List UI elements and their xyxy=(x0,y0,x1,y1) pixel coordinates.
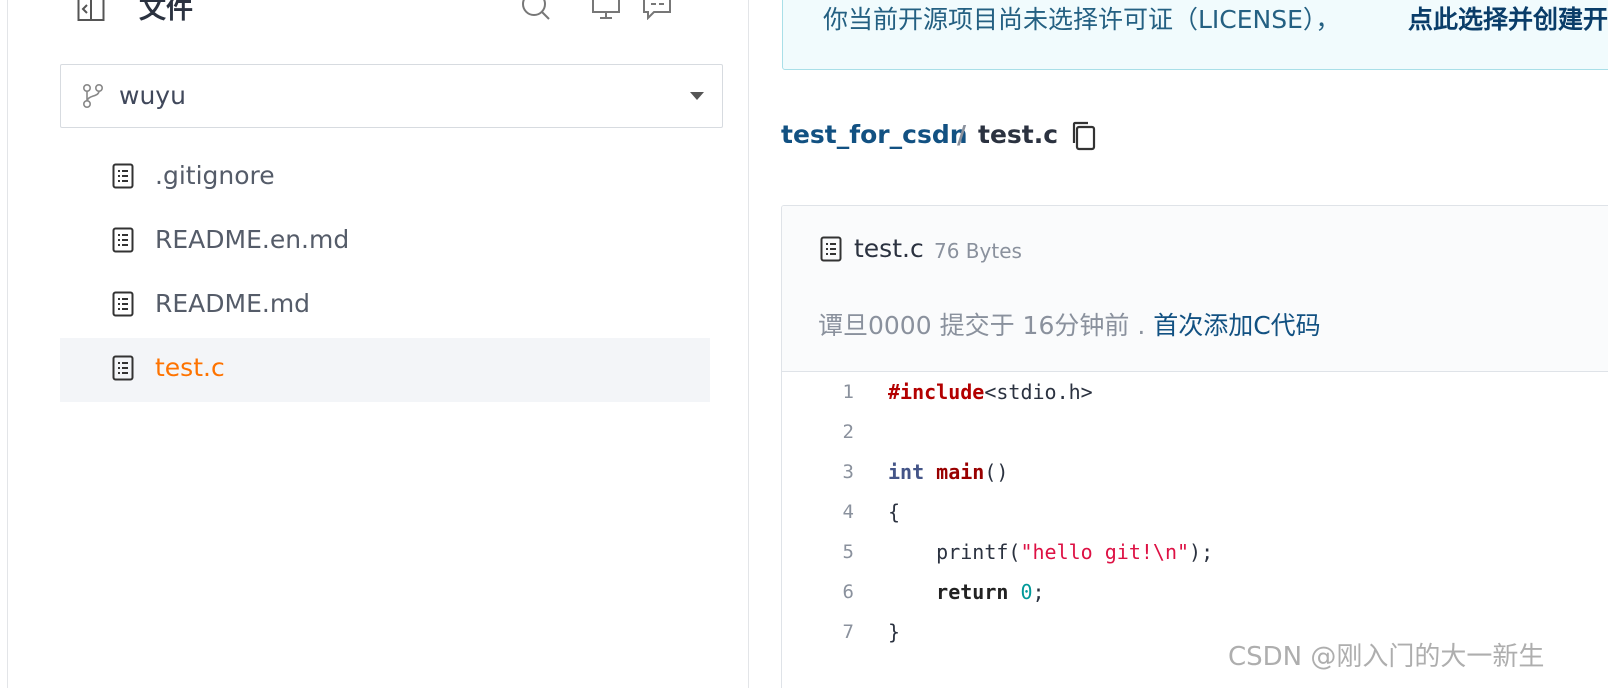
code-line: 4{ xyxy=(782,492,1608,532)
create-license-link[interactable]: 点此选择并创建开 xyxy=(1408,5,1608,35)
file-icon xyxy=(112,163,134,189)
file-icon xyxy=(112,227,134,253)
file-item-readme-en[interactable]: README.en.md xyxy=(60,210,710,274)
code-token: ; xyxy=(1032,580,1045,604)
comment-icon[interactable] xyxy=(642,0,672,21)
code-line: 5 printf("hello git!\n"); xyxy=(782,532,1608,572)
branch-icon xyxy=(82,83,104,109)
code-token: } xyxy=(888,620,901,644)
breadcrumb-separator: / xyxy=(957,120,967,149)
file-icon xyxy=(820,236,842,262)
file-item-test-c[interactable]: test.c xyxy=(60,338,710,402)
file-name: README.en.md xyxy=(155,225,350,254)
file-name: README.md xyxy=(155,289,311,318)
line-number[interactable]: 2 xyxy=(824,420,854,444)
line-number[interactable]: 5 xyxy=(824,540,854,564)
commit-info: 谭旦0000 提交于 16分钟前 . 首次添加C代码 xyxy=(818,311,1321,341)
code-text: } xyxy=(888,620,900,644)
file-item-readme[interactable]: README.md xyxy=(60,274,710,338)
branch-label: wuyu xyxy=(119,81,186,110)
code-text: return 0; xyxy=(888,580,1045,604)
file-sidebar: 文件 wuyu .gitignore README.en.md README.m… xyxy=(8,0,748,688)
code-token: 0 xyxy=(1020,580,1033,604)
code-text: int main() xyxy=(888,460,1008,484)
code-token: "hello git!\n" xyxy=(1020,540,1190,564)
breadcrumb-repo-link[interactable]: test_for_csdn xyxy=(781,120,968,150)
code-token: main xyxy=(936,460,985,484)
file-item-gitignore[interactable]: .gitignore xyxy=(60,146,710,210)
file-viewer-header: test.c 76 Bytes 谭旦0000 提交于 16分钟前 . 首次添加C… xyxy=(782,206,1608,372)
code-token: #include xyxy=(888,380,985,404)
page-root: 文件 wuyu .gitignore README.en.md README.m… xyxy=(0,0,1608,688)
code-token: () xyxy=(984,460,1009,484)
code-line: 1 #include<stdio.h> xyxy=(782,372,1608,412)
file-icon xyxy=(112,355,134,381)
watermark: CSDN @刚入门的大一新生 xyxy=(1228,642,1545,672)
code-token: <stdio.h> xyxy=(984,380,1093,404)
copy-icon[interactable] xyxy=(1070,120,1098,152)
line-number[interactable]: 7 xyxy=(824,620,854,644)
commit-action: 提交于 xyxy=(939,311,1015,340)
code-token: int xyxy=(888,460,925,484)
license-notice-text: 你当前开源项目尚未选择许可证（LICENSE）， xyxy=(823,5,1341,34)
commit-author[interactable]: 谭旦0000 xyxy=(818,311,932,340)
sidebar-title: 文件 xyxy=(139,0,193,25)
search-icon[interactable] xyxy=(521,0,553,22)
file-list: .gitignore README.en.md README.md test.c xyxy=(60,146,710,402)
file-name: test.c xyxy=(155,353,225,382)
code-text: #include<stdio.h> xyxy=(888,380,1093,404)
breadcrumb-file: test.c xyxy=(978,120,1059,149)
main-content: 你当前开源项目尚未选择许可证（LICENSE）， 点此选择并创建开 test_f… xyxy=(749,0,1608,688)
code-line: 3 int main() xyxy=(782,452,1608,492)
file-name: .gitignore xyxy=(155,161,275,190)
code-token: printf( xyxy=(888,540,1021,564)
file-viewer: test.c 76 Bytes 谭旦0000 提交于 16分钟前 . 首次添加C… xyxy=(781,205,1608,688)
code-text: { xyxy=(888,500,900,524)
line-number[interactable]: 4 xyxy=(824,500,854,524)
commit-dot: . xyxy=(1137,311,1146,340)
line-number[interactable]: 1 xyxy=(824,380,854,404)
chevron-down-icon xyxy=(690,92,704,100)
monitor-icon[interactable] xyxy=(591,0,621,20)
line-number[interactable]: 6 xyxy=(824,580,854,604)
code-line: 6 return 0; xyxy=(782,572,1608,612)
collapse-sidebar-icon[interactable] xyxy=(77,0,105,22)
code-token: { xyxy=(888,500,901,524)
code-block: 1 #include<stdio.h> 2 3 int main() 4{5 printf… xyxy=(782,372,1608,652)
line-number[interactable]: 3 xyxy=(824,460,854,484)
file-size: 76 Bytes xyxy=(934,239,1022,263)
commit-message-link[interactable]: 首次添加C代码 xyxy=(1153,311,1320,340)
file-icon xyxy=(112,291,134,317)
license-notice: 你当前开源项目尚未选择许可证（LICENSE）， 点此选择并创建开 xyxy=(782,0,1608,70)
sidebar-header: 文件 xyxy=(8,0,748,40)
code-text: printf("hello git!\n"); xyxy=(888,540,1213,564)
file-viewer-name: test.c xyxy=(854,234,924,263)
code-token: ); xyxy=(1189,540,1214,564)
code-token: return xyxy=(936,580,1009,604)
commit-time: 16分钟前 xyxy=(1022,311,1130,340)
branch-selector[interactable]: wuyu xyxy=(60,64,723,128)
code-line: 2 xyxy=(782,412,1608,452)
